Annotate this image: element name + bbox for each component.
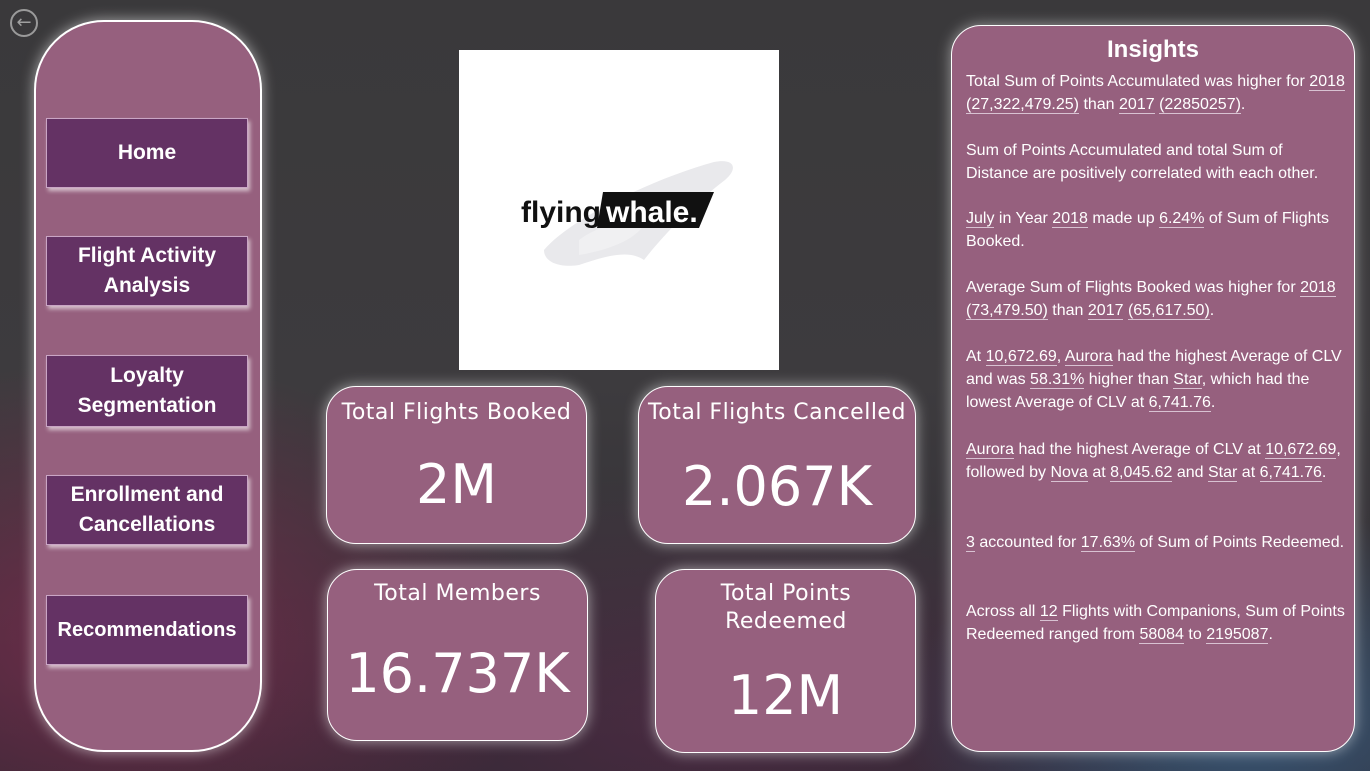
nav-enrollment-label: Enrollment and Cancellations	[70, 483, 224, 536]
kpi-title: Total Flights Cancelled	[648, 400, 906, 425]
back-button[interactable]: ←	[10, 9, 38, 37]
insight-paragraph: Sum of Points Accumulated and total Sum …	[966, 142, 1319, 182]
insights-panel: Insights Total Sum of Points Accumulated…	[951, 25, 1355, 752]
insight-paragraph: Average Sum of Flights Booked was higher…	[966, 279, 1336, 320]
kpi-value: 2M	[416, 453, 497, 516]
nav-flight-activity-button[interactable]: Flight Activity Analysis	[46, 236, 248, 306]
kpi-title: Total Members	[374, 581, 541, 606]
nav-loyalty-segmentation-label: Loyalty Segmentation	[77, 364, 217, 417]
nav-recommendations-button[interactable]: Recommendations	[46, 595, 248, 665]
kpi-title: Total Flights Booked	[341, 400, 572, 425]
kpi-card-points-redeemed: Total Points Redeemed 12M	[655, 569, 916, 753]
nav-flight-activity-label: Flight Activity Analysis	[77, 244, 217, 297]
nav-recommendations-label: Recommendations	[57, 619, 237, 641]
logo-card: flying whale.	[459, 50, 779, 370]
nav-loyalty-segmentation-button[interactable]: Loyalty Segmentation	[46, 355, 248, 427]
nav-home-label: Home	[117, 141, 177, 164]
logo-text-right: whale.	[605, 196, 698, 229]
kpi-value: 2.067K	[681, 455, 872, 518]
insights-title: Insights	[1106, 36, 1199, 63]
logo-text-left: flying	[521, 196, 601, 229]
insight-paragraph: Total Sum of Points Accumulated was high…	[966, 73, 1345, 114]
arrow-left-icon: ←	[16, 12, 32, 33]
nav-enrollment-button[interactable]: Enrollment and Cancellations	[46, 475, 248, 545]
kpi-card-flights-cancelled: Total Flights Cancelled 2.067K	[638, 386, 916, 544]
flying-whale-logo: flying whale.	[521, 161, 733, 266]
insight-paragraph: Across all 12 Flights with Companions, S…	[966, 603, 1345, 644]
kpi-card-flights-booked: Total Flights Booked 2M	[326, 386, 587, 544]
nav-home-button[interactable]: Home	[46, 118, 248, 188]
kpi-value: 12M	[727, 664, 844, 727]
insight-paragraph: Aurora had the highest Average of CLV at…	[966, 441, 1341, 482]
kpi-value: 16.737K	[345, 642, 570, 705]
insight-paragraph: July in Year 2018 made up 6.24% of Sum o…	[966, 210, 1329, 250]
insight-paragraph: 3 accounted for 17.63% of Sum of Points …	[966, 534, 1345, 552]
insight-paragraph: At 10,672.69, Aurora had the highest Ave…	[966, 348, 1342, 412]
kpi-title: Total Points Redeemed	[720, 581, 852, 634]
kpi-card-members: Total Members 16.737K	[327, 569, 588, 741]
